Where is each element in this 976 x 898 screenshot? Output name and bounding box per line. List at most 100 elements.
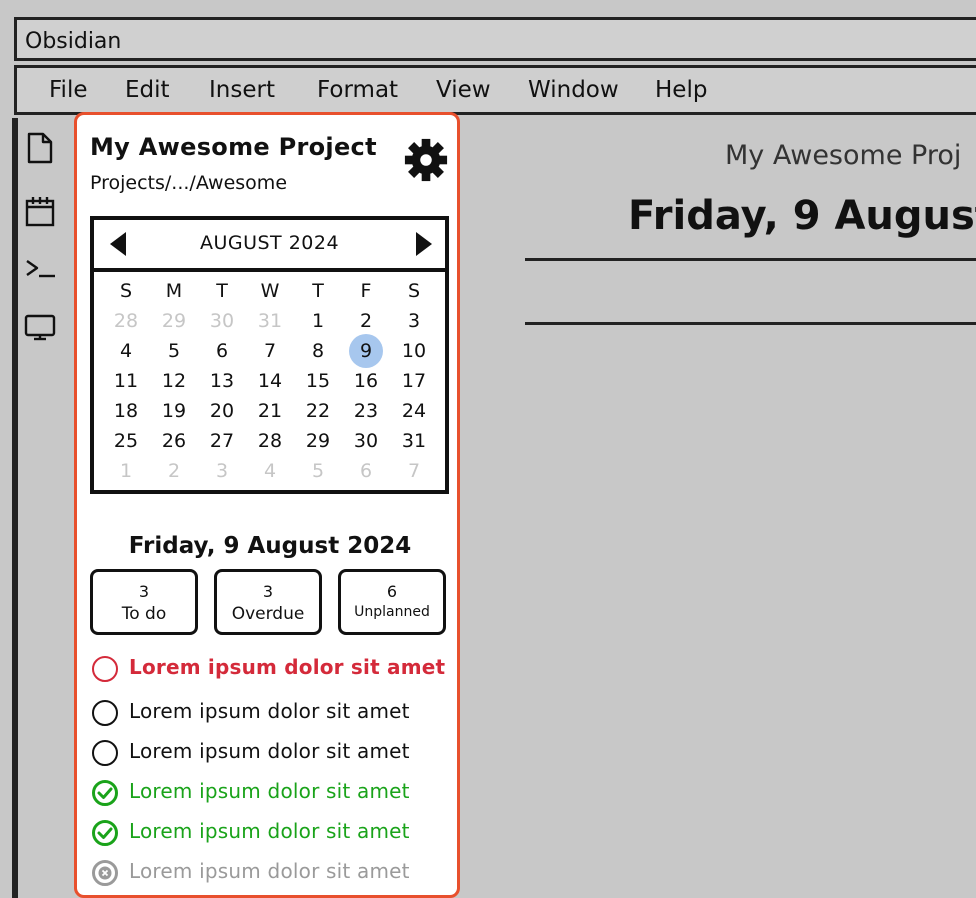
calendar-day[interactable]: 7: [246, 336, 294, 366]
overdue-label: Overdue: [231, 604, 305, 624]
task-item[interactable]: Lorem ipsum dolor sit amet: [91, 817, 456, 851]
calendar-day[interactable]: 14: [246, 366, 294, 396]
task-item[interactable]: Lorem ipsum dolor sit amet: [91, 777, 456, 811]
calendar-day[interactable]: 5: [150, 336, 198, 366]
menu-file[interactable]: File: [49, 77, 88, 103]
calendar-day[interactable]: 26: [150, 426, 198, 456]
task-text: Lorem ipsum dolor sit amet: [129, 779, 410, 803]
task-text: Lorem ipsum dolor sit amet: [129, 819, 410, 843]
overdue-count-button[interactable]: 3 Overdue: [214, 569, 322, 635]
calendar-day[interactable]: 27: [198, 426, 246, 456]
calendar-day[interactable]: 28: [246, 426, 294, 456]
terminal-icon[interactable]: [24, 252, 56, 284]
empty-circle-icon[interactable]: [91, 739, 119, 767]
calendar-day[interactable]: 8: [294, 336, 342, 366]
menu-window[interactable]: Window: [528, 77, 619, 103]
calendar-day[interactable]: 24: [390, 396, 438, 426]
calendar-day[interactable]: 18: [102, 396, 150, 426]
menu-format[interactable]: Format: [317, 77, 398, 103]
calendar-day[interactable]: 29: [294, 426, 342, 456]
weekday-label: S: [119, 280, 133, 302]
calendar-day[interactable]: 4: [102, 336, 150, 366]
weekday-label: F: [360, 280, 372, 302]
calendar-day[interactable]: 28: [102, 306, 150, 336]
task-text: Lorem ipsum dolor sit amet: [129, 655, 446, 679]
check-circle-icon[interactable]: [91, 779, 119, 807]
calendar-day[interactable]: 1: [102, 456, 150, 486]
menu-edit[interactable]: Edit: [125, 77, 170, 103]
mini-calendar: AUGUST 2024 S M T W T F S 28 29 30 31 1 …: [90, 216, 449, 494]
menu-help[interactable]: Help: [655, 77, 707, 103]
calendar-day[interactable]: 12: [150, 366, 198, 396]
calendar-day[interactable]: 25: [102, 426, 150, 456]
window-titlebar: Obsidian: [14, 17, 976, 61]
divider: [525, 322, 976, 325]
menu-insert[interactable]: Insert: [209, 77, 275, 103]
calendar-week: 28 29 30 31 1 2 3: [102, 306, 438, 336]
calendar-day-selected[interactable]: 9: [342, 334, 390, 368]
selected-day-label: 9: [349, 334, 383, 368]
next-month-icon[interactable]: [412, 230, 436, 258]
calendar-day[interactable]: 4: [246, 456, 294, 486]
calendar-day[interactable]: 13: [198, 366, 246, 396]
calendar-week: 25 26 27 28 29 30 31: [102, 426, 438, 456]
calendar-day[interactable]: 7: [390, 456, 438, 486]
task-text: Lorem ipsum dolor sit amet: [129, 699, 410, 723]
empty-circle-icon[interactable]: [91, 699, 119, 727]
divider: [525, 258, 976, 261]
calendar-day[interactable]: 29: [150, 306, 198, 336]
overdue-circle-icon[interactable]: [91, 655, 119, 683]
calendar-day[interactable]: 3: [198, 456, 246, 486]
panel-path[interactable]: Projects/.../Awesome: [90, 172, 287, 194]
task-item[interactable]: Lorem ipsum dolor sit amet: [91, 697, 456, 731]
calendar-day[interactable]: 21: [246, 396, 294, 426]
project-panel: My Awesome Project Projects/.../Awesome …: [74, 112, 460, 898]
gear-icon[interactable]: [403, 137, 449, 183]
calendar-day[interactable]: 2: [150, 456, 198, 486]
calendar-header: AUGUST 2024: [94, 220, 445, 272]
calendar-day[interactable]: 30: [198, 306, 246, 336]
todo-label: To do: [121, 604, 167, 624]
weekday-label: T: [216, 280, 228, 302]
calendar-grid: S M T W T F S 28 29 30 31 1 2 3 4 5 6 7 …: [102, 276, 438, 486]
calendar-day[interactable]: 5: [294, 456, 342, 486]
calendar-day[interactable]: 23: [342, 396, 390, 426]
main-project-title: My Awesome Proj: [725, 140, 962, 171]
todo-count: 3: [138, 582, 150, 601]
task-item[interactable]: Lorem ipsum dolor sit amet: [91, 737, 456, 771]
weekday-label: M: [165, 280, 183, 302]
cancel-circle-icon[interactable]: [91, 859, 119, 887]
calendar-day[interactable]: 2: [342, 306, 390, 336]
calendar-day[interactable]: 10: [390, 336, 438, 366]
todo-count-button[interactable]: 3 To do: [90, 569, 198, 635]
weekday-row: S M T W T F S: [102, 276, 438, 306]
calendar-day[interactable]: 3: [390, 306, 438, 336]
task-item[interactable]: Lorem ipsum dolor sit amet: [91, 653, 456, 687]
main-date-title: Friday, 9 August: [628, 193, 976, 239]
calendar-day[interactable]: 1: [294, 306, 342, 336]
calendar-icon[interactable]: [24, 195, 56, 227]
weekday-label: W: [260, 280, 280, 302]
menu-view[interactable]: View: [436, 77, 491, 103]
calendar-day[interactable]: 20: [198, 396, 246, 426]
task-item[interactable]: Lorem ipsum dolor sit amet: [91, 857, 456, 891]
calendar-day[interactable]: 6: [342, 456, 390, 486]
calendar-day[interactable]: 17: [390, 366, 438, 396]
calendar-day[interactable]: 6: [198, 336, 246, 366]
monitor-icon[interactable]: [24, 310, 56, 342]
calendar-day[interactable]: 15: [294, 366, 342, 396]
calendar-day[interactable]: 30: [342, 426, 390, 456]
unplanned-count: 6: [386, 582, 398, 601]
calendar-day[interactable]: 16: [342, 366, 390, 396]
overdue-count: 3: [262, 582, 274, 601]
task-text: Lorem ipsum dolor sit amet: [129, 739, 410, 763]
calendar-day[interactable]: 31: [246, 306, 294, 336]
calendar-day[interactable]: 22: [294, 396, 342, 426]
calendar-day[interactable]: 19: [150, 396, 198, 426]
calendar-day[interactable]: 11: [102, 366, 150, 396]
calendar-day[interactable]: 31: [390, 426, 438, 456]
check-circle-icon[interactable]: [91, 819, 119, 847]
unplanned-label: Unplanned: [354, 604, 430, 620]
unplanned-count-button[interactable]: 6 Unplanned: [338, 569, 446, 635]
file-icon[interactable]: [24, 132, 56, 164]
